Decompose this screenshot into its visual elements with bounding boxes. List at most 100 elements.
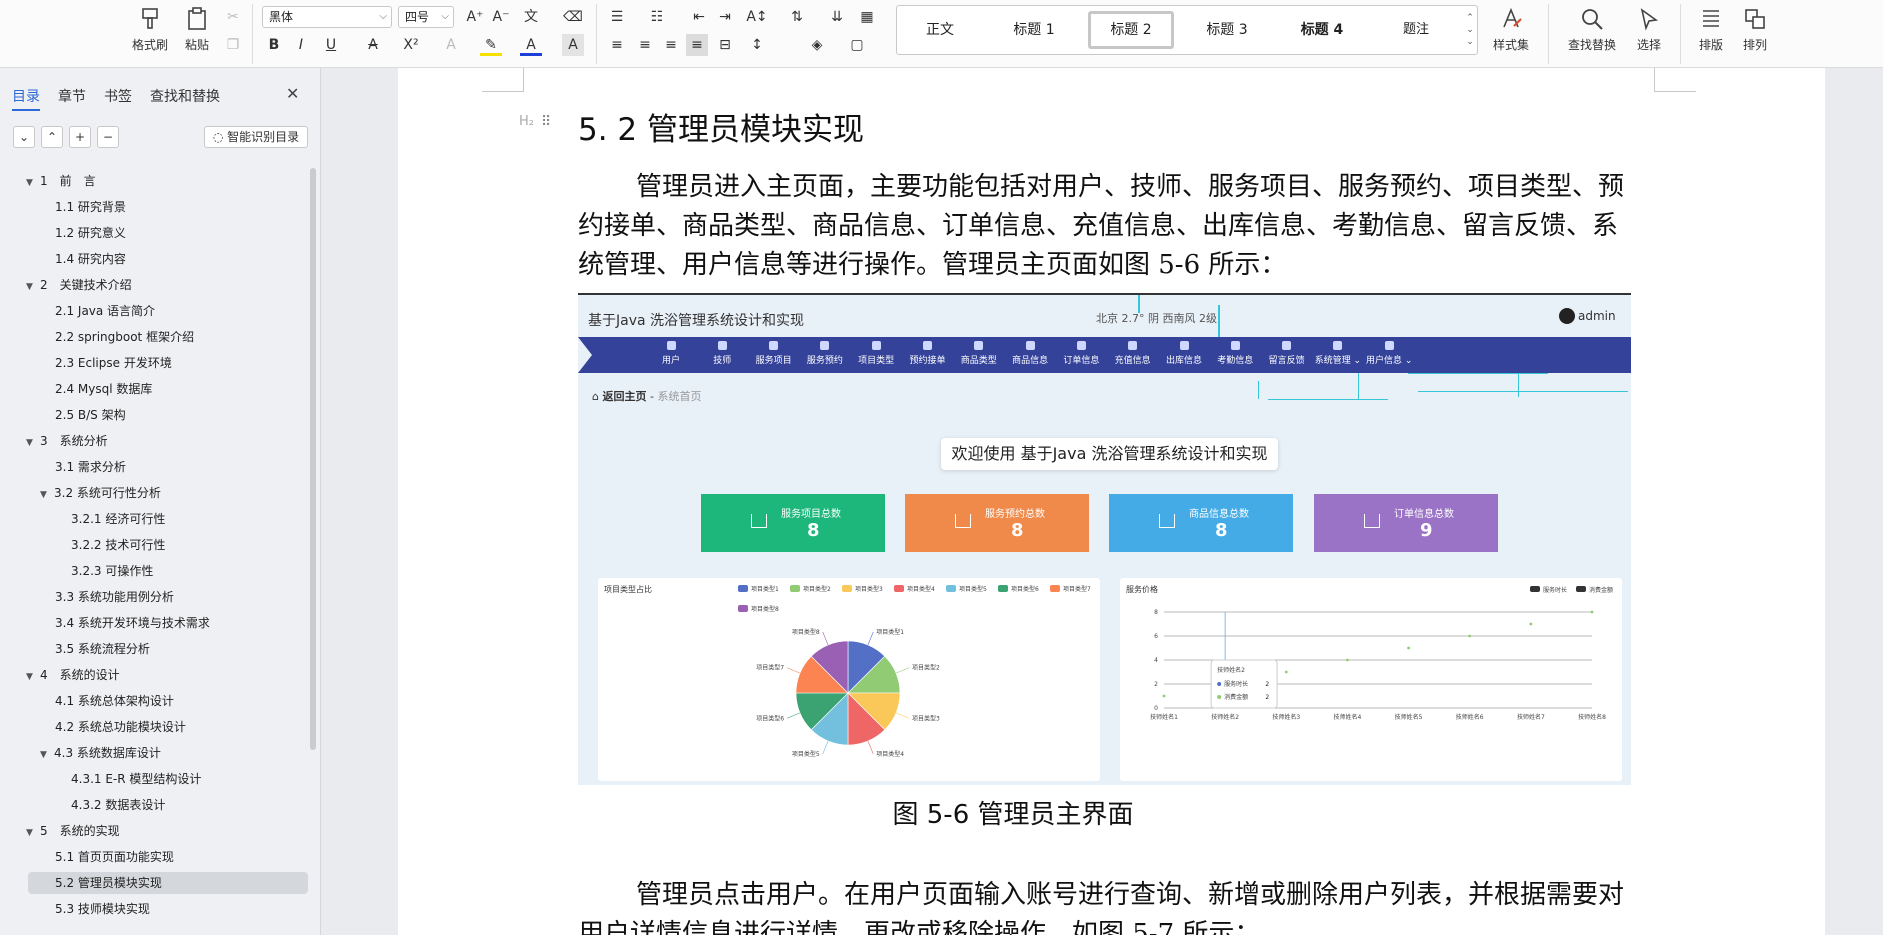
legend-swatch[interactable] (998, 585, 1008, 592)
toc-item[interactable]: 1.2 研究意义 (55, 222, 126, 244)
toc-item[interactable]: 3.2.2 技术可行性 (71, 534, 165, 556)
toc-item[interactable]: ▼ 1 前 言 (26, 170, 96, 192)
section-heading[interactable]: 5. 2 管理员模块实现 (578, 104, 864, 149)
tab-chapters[interactable]: 章节 (58, 86, 86, 106)
app-nav-item[interactable]: 技师 (697, 341, 747, 366)
legend-swatch[interactable] (738, 585, 748, 592)
collapse-all-icon[interactable]: ⌄ (13, 126, 35, 148)
toc-item[interactable]: 4.1 系统总体架构设计 (55, 690, 174, 712)
border-icon[interactable]: ▢ (846, 34, 868, 56)
app-nav-item[interactable]: 服务预约 (800, 341, 850, 366)
bold-icon[interactable]: B (263, 34, 285, 56)
toc-item[interactable]: ▼ 3 系统分析 (26, 430, 108, 452)
toc-item[interactable]: 3.2.3 可操作性 (71, 560, 153, 582)
toc-item[interactable]: ▼ 3.2 系统可行性分析 (40, 482, 161, 504)
figure-admin-home-screenshot[interactable]: 基于Java 洗浴管理系统设计和实现 北京 2.7° 阴 西南风 2级 admi… (578, 293, 1631, 785)
app-nav-item[interactable]: 留言反馈 (1262, 341, 1312, 366)
toc-item[interactable]: 2.5 B/S 架构 (55, 404, 126, 426)
expand-triangle-icon[interactable]: ▼ (26, 432, 40, 454)
select-button[interactable]: 选择 (1624, 4, 1674, 56)
style-heading-4[interactable]: 标题 4 (1279, 11, 1365, 49)
toc-item[interactable]: 5.3 技师模块实现 (55, 898, 150, 920)
style-set-button[interactable]: 样式集 (1486, 4, 1536, 56)
app-nav-item[interactable]: 考勤信息 (1210, 341, 1260, 366)
font-name-select[interactable]: 黑体 ⌵ (262, 6, 392, 28)
text-effect-icon[interactable]: A (440, 34, 462, 56)
paragraph-spacing-icon[interactable]: ↕ (746, 34, 768, 56)
toc-item[interactable]: ▼ 2 关键技术介绍 (26, 274, 132, 296)
clear-format-icon[interactable]: ⌫ (562, 6, 584, 28)
style-gallery-scroll[interactable]: ⌃ ⌄ ⌄ (1465, 12, 1475, 48)
legend-swatch[interactable] (1050, 585, 1060, 592)
toc-item[interactable]: 3.3 系统功能用例分析 (55, 586, 174, 608)
app-nav-item[interactable]: 预约接单 (903, 341, 953, 366)
legend-swatch[interactable] (790, 585, 800, 592)
style-heading-2[interactable]: 标题 2 (1088, 11, 1174, 49)
distribute-icon[interactable]: ⊟ (714, 34, 736, 56)
sort-icon[interactable]: ⇊ (826, 6, 848, 28)
grow-font-icon[interactable]: A⁺ (464, 6, 486, 28)
font-color-icon[interactable]: A (520, 34, 542, 56)
toc-item[interactable]: 1.4 研究内容 (55, 248, 126, 270)
data-point[interactable] (1407, 646, 1410, 650)
data-point[interactable] (1162, 694, 1166, 698)
expand-triangle-icon[interactable]: ▼ (26, 666, 40, 688)
decrease-indent-icon[interactable]: ⇤ (688, 6, 710, 28)
justify-icon[interactable]: ≡ (686, 34, 708, 56)
legend-swatch[interactable] (894, 585, 904, 592)
app-nav-item[interactable]: 用户 (646, 341, 696, 366)
cut-icon[interactable]: ✂ (222, 6, 244, 28)
figure-caption[interactable]: 图 5-6 管理员主界面 (398, 794, 1628, 831)
toc-item[interactable]: ▼ 4 系统的设计 (26, 664, 120, 686)
style-heading-3[interactable]: 标题 3 (1184, 11, 1270, 49)
toc-item[interactable]: 4.2 系统总功能模块设计 (55, 716, 186, 738)
strikethrough-icon[interactable]: A (362, 34, 384, 56)
legend-swatch[interactable] (842, 585, 852, 592)
data-point[interactable] (1346, 658, 1349, 662)
toc-item[interactable]: 3.4 系统开发环境与技术需求 (55, 612, 210, 634)
legend-swatch[interactable] (1576, 586, 1586, 592)
expand-triangle-icon[interactable]: ▼ (26, 172, 40, 194)
expand-up-icon[interactable]: ⌃ (41, 126, 63, 148)
shading-icon[interactable]: ◈ (806, 34, 828, 56)
typeset-button[interactable]: 排版 (1686, 4, 1736, 56)
stat-card[interactable]: 服务项目总数 8 (701, 494, 885, 552)
toc-item[interactable]: ▼ 4.3 系统数据库设计 (40, 742, 161, 764)
drag-handle-icon[interactable]: ⠿ (541, 114, 551, 130)
toc-item[interactable]: 5.1 首页页面功能实现 (55, 846, 174, 868)
highlight-icon[interactable]: ✎ (480, 34, 502, 56)
toc-item[interactable]: 3.1 需求分析 (55, 456, 126, 478)
data-point[interactable] (1529, 622, 1533, 626)
toc-item[interactable]: 5.2 管理员模块实现 (28, 872, 308, 894)
app-nav-item[interactable]: 商品类型 (954, 341, 1004, 366)
numbering-icon[interactable]: ☷ (646, 6, 668, 28)
paragraph-intro[interactable]: 管理员进入主页面，主要功能包括对用户、技师、服务项目、服务预约、项目类型、预约接… (578, 168, 1638, 285)
align-right-icon[interactable]: ≡ (660, 34, 682, 56)
add-heading-icon[interactable]: + (69, 126, 91, 148)
font-size-select[interactable]: 四号 ⌵ (398, 6, 454, 28)
tab-bookmarks[interactable]: 书签 (104, 86, 132, 106)
stat-card[interactable]: 商品信息总数 8 (1109, 494, 1293, 552)
app-nav-item[interactable]: 商品信息 (1005, 341, 1055, 366)
nav-scrollbar[interactable] (310, 168, 316, 750)
copy-icon[interactable]: ❐ (222, 34, 244, 56)
expand-triangle-icon[interactable]: ▼ (26, 822, 40, 844)
find-replace-button[interactable]: 查找替换 (1560, 4, 1624, 56)
app-nav-item[interactable]: 用户信息 ⌄ (1364, 341, 1414, 366)
app-nav-item[interactable]: 订单信息 (1056, 341, 1106, 366)
italic-icon[interactable]: I (290, 34, 312, 56)
superscript-icon[interactable]: X² (400, 34, 422, 56)
toc-item[interactable]: 4.3.1 E-R 模型结构设计 (71, 768, 201, 790)
app-nav-item[interactable]: 项目类型 (851, 341, 901, 366)
bullets-icon[interactable]: ☰ (606, 6, 628, 28)
phonetic-icon[interactable]: 文 (520, 6, 542, 28)
toc-item[interactable]: 1.1 研究背景 (55, 196, 126, 218)
data-point[interactable] (1468, 634, 1472, 638)
app-nav-item[interactable]: 充值信息 (1108, 341, 1158, 366)
document-page[interactable]: H₂ ⠿ 5. 2 管理员模块实现 管理员进入主页面，主要功能包括对用户、技师、… (398, 68, 1825, 935)
expand-triangle-icon[interactable]: ▼ (40, 484, 54, 506)
toc-item[interactable]: ▼ 5 系统的实现 (26, 820, 120, 842)
underline-icon[interactable]: U (320, 34, 342, 56)
smart-toc-button[interactable]: ◌ 智能识别目录 (204, 126, 308, 148)
legend-swatch[interactable] (738, 605, 748, 612)
